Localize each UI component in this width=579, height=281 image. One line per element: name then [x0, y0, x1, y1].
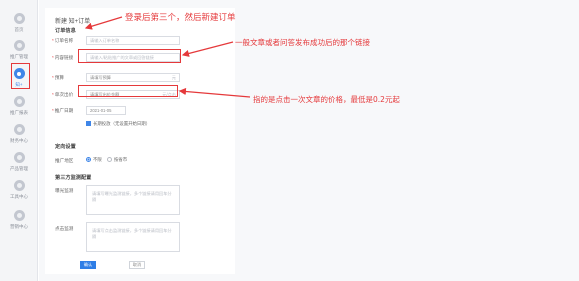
cancel-button[interactable]: 取消 — [129, 261, 145, 269]
bid-highlight — [78, 85, 178, 97]
sidebar-item-product[interactable]: 产品管理 — [0, 152, 38, 171]
date-picker[interactable]: 2021-01-05 — [86, 106, 126, 115]
content-link-label: *内容链接 — [52, 55, 74, 60]
report-icon — [13, 96, 25, 107]
finance-icon — [13, 124, 25, 135]
budget-unit: 元 — [171, 75, 176, 80]
left-sidebar: 首页 推广管理 知+ 推广报表 财务中心 产品管理 工具中心 营销中心 — [0, 0, 38, 281]
annotation-content-link: 一般文章或者问答发布成功后的那个链接 — [235, 38, 370, 47]
order-name-input[interactable]: 请输入订单名称 — [86, 36, 180, 45]
checkbox-checked-icon — [86, 121, 91, 126]
targeting-heading: 定向设置 — [55, 144, 76, 150]
budget-label: *预算 — [52, 75, 64, 80]
date-label: *推广日期 — [52, 108, 74, 113]
order-name-label: *订单名称 — [52, 38, 74, 43]
click-monitor-label: 点击监测 — [55, 226, 74, 231]
home-icon — [13, 13, 25, 24]
sidebar-item-label: 首页 — [14, 27, 24, 32]
annotation-bid-price: 指的是点击一次文章的价格，最低是0.2元起 — [253, 95, 400, 104]
bid-label: *单次出价 — [52, 92, 74, 97]
region-option-province[interactable]: 按省市 — [107, 157, 127, 163]
sidebar-item-label: 工具中心 — [10, 194, 28, 199]
sidebar-item-marketing[interactable]: 营销中心 — [0, 210, 38, 229]
sidebar-item-tools[interactable]: 工具中心 — [0, 180, 38, 199]
sidebar-item-label: 财务中心 — [10, 138, 28, 143]
active-item-highlight — [11, 63, 30, 89]
sidebar-item-finance[interactable]: 财务中心 — [0, 124, 38, 143]
long-term-checkbox[interactable]: 长期投放（无设置开始日期） — [86, 121, 150, 127]
sidebar-item-promotion[interactable]: 推广管理 — [0, 40, 38, 59]
radio-empty-icon — [107, 157, 112, 162]
radio-selected-icon — [86, 157, 91, 162]
sidebar-item-label: 推广报表 — [10, 110, 28, 115]
page-title: 新建 知+订单 — [55, 19, 91, 25]
sidebar-item-label: 产品管理 — [10, 166, 28, 171]
region-label: 推广地区 — [55, 158, 74, 163]
promotion-icon — [13, 40, 25, 51]
sidebar-item-label: 推广管理 — [10, 54, 28, 59]
sidebar-item-home[interactable]: 首页 — [0, 13, 38, 32]
click-monitor-textarea[interactable]: 请填写点击监测链接，多个链接请用回车分隔 — [86, 222, 180, 252]
sidebar-item-label: 营销中心 — [10, 224, 28, 229]
sidebar-item-report[interactable]: 推广报表 — [0, 96, 38, 115]
product-icon — [13, 152, 25, 163]
budget-input[interactable]: 请填写预算元 — [86, 73, 180, 82]
order-form-panel: 新建 知+订单 订单信息 *订单名称 请输入订单名称 *内容链接 请输入/粘贴推… — [45, 8, 235, 274]
annotation-new-order: 登录后第三个，然后新建订单 — [125, 13, 236, 23]
third-party-monitor-heading: 第三方监测配置 — [55, 175, 92, 181]
tools-icon — [13, 180, 25, 191]
marketing-icon — [13, 210, 25, 221]
region-option-unlimited[interactable]: 不限 — [86, 157, 102, 163]
exposure-monitor-textarea[interactable]: 请填写曝光监测链接，多个链接请用回车分隔 — [86, 185, 180, 215]
exposure-monitor-label: 曝光监测 — [55, 188, 74, 193]
order-info-heading: 订单信息 — [55, 28, 76, 34]
confirm-button[interactable]: 确认 — [80, 261, 96, 269]
content-link-highlight — [78, 49, 181, 63]
